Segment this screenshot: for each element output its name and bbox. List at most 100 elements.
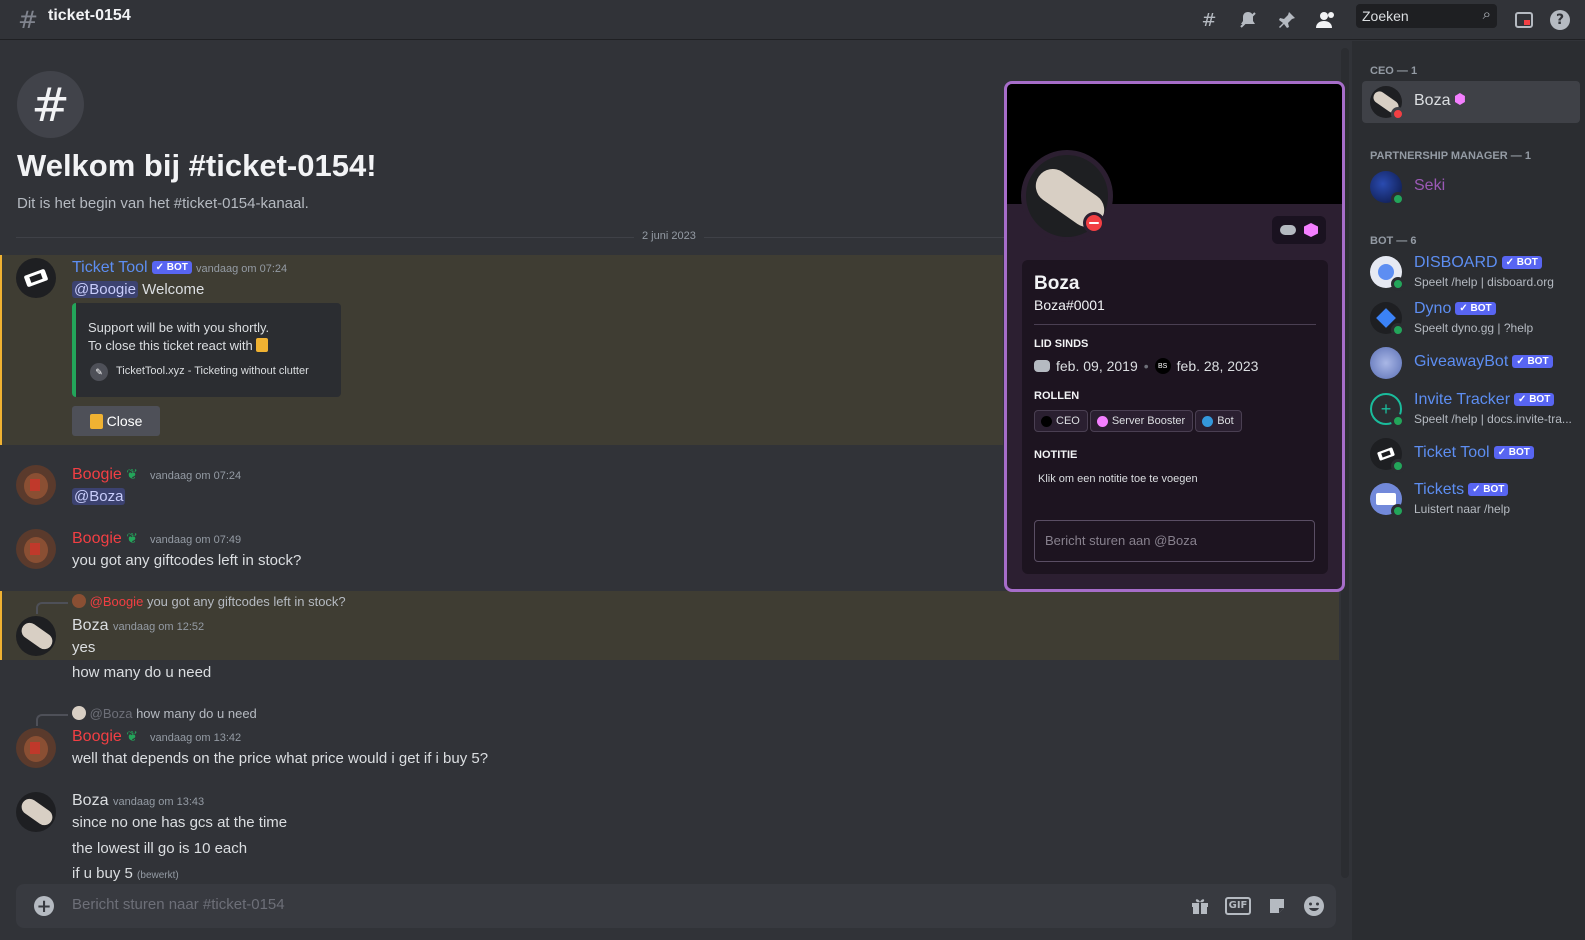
bot-badge: ✓ BOT [151, 261, 192, 274]
add-attachment-button[interactable]: + [34, 896, 54, 917]
gif-button[interactable]: GIF [1224, 894, 1252, 918]
message-content: since no one has gcs at the time [72, 814, 288, 831]
bot-badge: ✓ BOT [1512, 355, 1553, 368]
bot-badge: ✓ BOT [1501, 256, 1542, 269]
message-timestamp: vandaag om 07:49 [150, 534, 242, 546]
channel-hash-icon: # [18, 6, 39, 34]
channel-header: # ticket-0154 # Zoeken ⌕ ? [0, 0, 1585, 40]
message-content: yes [72, 639, 96, 656]
avatar[interactable] [16, 792, 56, 832]
online-status-icon [1391, 277, 1405, 291]
help-icon[interactable]: ? [1550, 8, 1585, 32]
profile-tag: Boza#0001 [1034, 297, 1105, 313]
user-profile-popout: Boza Boza#0001 LID SINDS feb. 09, 2019 •… [1004, 81, 1345, 592]
message-input[interactable]: Bericht sturen naar #ticket-0154 [72, 896, 285, 913]
avatar [72, 594, 86, 608]
member-list-icon[interactable] [1314, 8, 1338, 32]
sprout-icon: ❦ [126, 530, 139, 546]
server-icon: BS [1154, 358, 1171, 374]
role-chip[interactable]: CEO [1034, 410, 1088, 432]
mute-notifications-icon[interactable] [1236, 8, 1260, 32]
message-author[interactable]: Boogie ❦ [72, 728, 138, 746]
close-ticket-button[interactable]: Close [72, 406, 160, 436]
role-chip[interactable]: Bot [1195, 410, 1242, 432]
profile-message-input[interactable]: Bericht sturen aan @Boza [1034, 520, 1315, 562]
bot-badge: ✓ BOT [1455, 302, 1496, 315]
gift-icon[interactable] [1188, 894, 1212, 918]
message-composer[interactable]: + Bericht sturen naar #ticket-0154 GIF [16, 884, 1336, 928]
discord-icon [1034, 360, 1050, 372]
message-author[interactable]: Boogie ❦ [72, 530, 138, 548]
message-content: well that depends on the price what pric… [72, 750, 489, 767]
profile-name: Boza [1034, 273, 1080, 294]
online-status-icon [1391, 192, 1405, 206]
bot-badge: ✓ BOT [1468, 483, 1509, 496]
welcome-subtitle: Dit is het begin van het #ticket-0154-ka… [17, 195, 309, 212]
message-author[interactable]: Boza [72, 792, 108, 810]
channel-name: ticket-0154 [48, 7, 131, 24]
message-timestamp: vandaag om 07:24 [196, 263, 288, 275]
member-item[interactable]: Seki [1362, 166, 1580, 208]
avatar [72, 706, 86, 720]
member-item[interactable]: + Invite Tracker ✓ BOT Speelt /help | doc… [1362, 388, 1580, 430]
lock-icon [256, 338, 269, 352]
search-input[interactable]: Zoeken ⌕ [1356, 4, 1497, 28]
profile-badges [1272, 216, 1326, 244]
note-heading: NOTITIE [1034, 449, 1078, 461]
pin-icon[interactable] [1275, 8, 1299, 32]
message-author[interactable]: Boogie ❦ [72, 466, 138, 484]
member-since-row: feb. 09, 2019 • BS feb. 28, 2023 [1034, 358, 1258, 374]
member-item[interactable]: Tickets ✓ BOT Luistert naar /help [1362, 478, 1580, 520]
welcome-hash-icon: # [17, 71, 84, 138]
message-author[interactable]: Boza [72, 617, 108, 635]
member-item[interactable]: Ticket Tool ✓ BOT [1362, 433, 1580, 475]
reply-preview[interactable]: @Boza how many do u need [72, 706, 257, 721]
member-item[interactable]: Dyno ✓ BOT Speelt dyno.gg | ?help [1362, 297, 1580, 339]
nitro-badge-icon[interactable] [1280, 225, 1296, 235]
roles-heading: ROLLEN [1034, 390, 1080, 402]
message-content: you got any giftcodes left in stock? [72, 552, 302, 569]
online-status-icon [1391, 459, 1405, 473]
role-chip[interactable]: Server Booster [1089, 410, 1194, 432]
search-icon: ⌕ [1482, 6, 1491, 23]
dnd-status-icon [1083, 212, 1105, 234]
member-item[interactable]: Boza [1362, 81, 1580, 123]
note-input[interactable]: Klik om een notitie toe te voegen [1038, 473, 1198, 485]
avatar[interactable] [16, 465, 56, 505]
edited-label: (bewerkt) [137, 870, 179, 881]
avatar[interactable] [16, 258, 56, 298]
reply-connector [36, 602, 68, 614]
profile-card: Boza Boza#0001 LID SINDS feb. 09, 2019 •… [1022, 260, 1328, 574]
sticker-icon[interactable] [1265, 894, 1289, 918]
message-content: the lowest ill go is 10 each [72, 840, 248, 857]
lock-icon [89, 413, 103, 429]
profile-separator [1034, 324, 1316, 325]
message-timestamp: vandaag om 13:42 [150, 732, 242, 744]
avatar[interactable] [16, 529, 56, 569]
message-timestamp: vandaag om 13:43 [113, 796, 205, 808]
inbox-icon[interactable] [1512, 8, 1536, 32]
avatar[interactable] [16, 728, 56, 768]
user-mention[interactable]: @Boza [72, 488, 126, 505]
welcome-title: Welkom bij #ticket-0154! [17, 148, 377, 183]
member-item[interactable]: DISBOARD ✓ BOT Speelt /help | disboard.or… [1362, 251, 1580, 293]
message-content: @Boza [72, 488, 126, 505]
booster-badge-icon[interactable] [1304, 223, 1318, 237]
embed-footer-icon: ✎ [90, 363, 108, 381]
message-embed: Support will be with you shortly. To clo… [72, 303, 341, 397]
message-content: if u buy 5 (bewerkt) [72, 865, 179, 882]
bot-badge: ✓ BOT [1493, 446, 1534, 459]
emoji-icon[interactable] [1302, 894, 1326, 918]
threads-icon[interactable]: # [1197, 8, 1221, 32]
message-content: @Boogie Welcome [72, 281, 205, 298]
reply-preview[interactable]: @Boogie you got any giftcodes left in st… [72, 594, 346, 609]
avatar[interactable] [16, 616, 56, 656]
roles-list: CEO Server Booster Bot [1034, 410, 1244, 432]
member-item[interactable]: GiveawayBot ✓ BOT [1362, 342, 1580, 384]
user-mention[interactable]: @Boogie [72, 281, 138, 298]
member-since-heading: LID SINDS [1034, 338, 1089, 350]
message-author[interactable]: Ticket Tool ✓ BOT [72, 259, 192, 277]
online-status-icon [1391, 323, 1405, 337]
message-timestamp: vandaag om 07:24 [150, 470, 242, 482]
message-content: how many do u need [72, 664, 212, 681]
